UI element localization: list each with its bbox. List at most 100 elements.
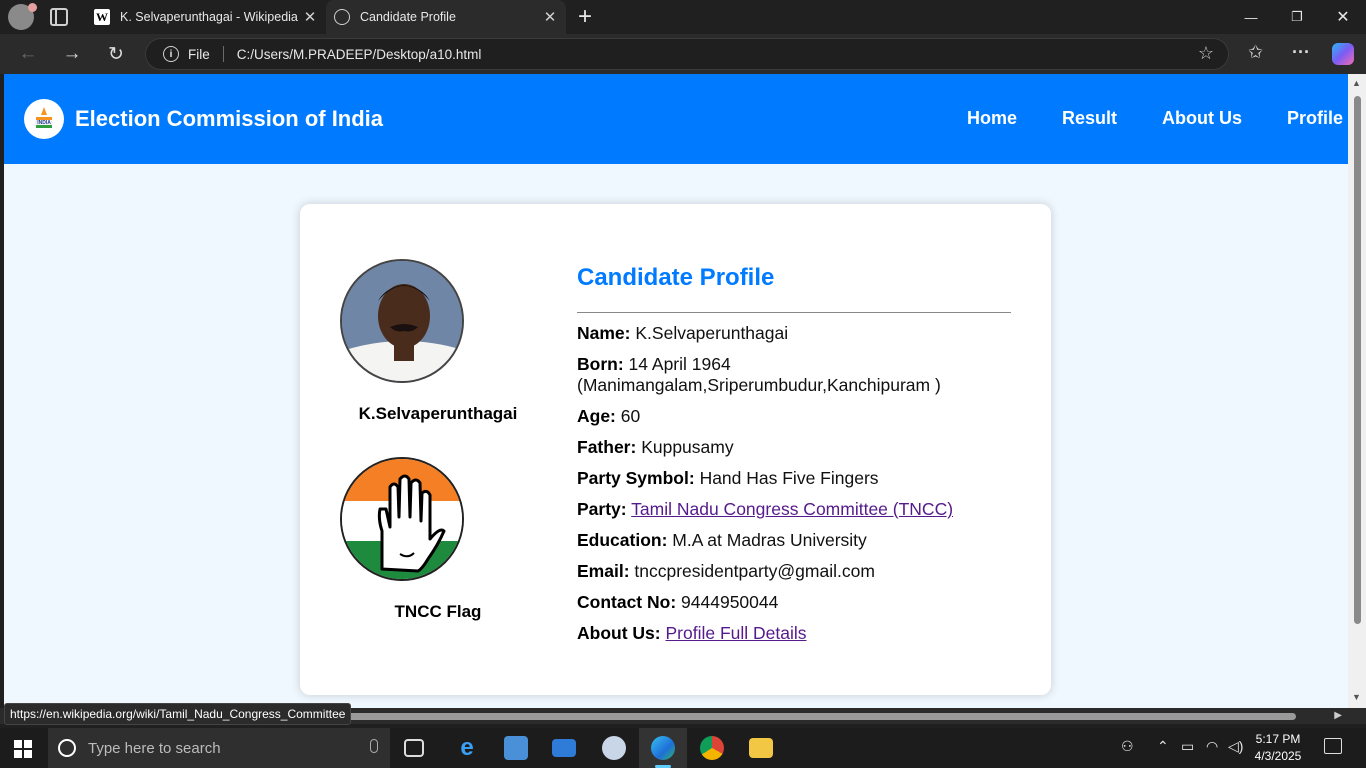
mail-icon[interactable] (552, 739, 576, 757)
browser-toolbar: ← → ↻ i File C:/Users/M.PRADEEP/Desktop/… (0, 34, 1366, 74)
detail-label: Born: (577, 354, 624, 374)
detail-row-party-symbol: Party Symbol: Hand Has Five Fingers (577, 468, 1011, 489)
scrollbar-thumb[interactable] (1354, 96, 1361, 624)
profile-heading: Candidate Profile (577, 264, 775, 291)
site-header: INDIA Election Commission of India Home … (4, 74, 1348, 164)
svg-text:INDIA: INDIA (37, 120, 51, 126)
copilot-icon[interactable] (1332, 43, 1354, 65)
profile-full-details-link[interactable]: Profile Full Details (665, 623, 806, 643)
scroll-down-icon[interactable]: ▼ (1352, 692, 1361, 702)
detail-value: 9444950044 (681, 592, 779, 612)
globe-icon (334, 9, 350, 25)
nav-profile[interactable]: Profile (1287, 108, 1343, 129)
eci-logo: INDIA (24, 99, 64, 139)
favorite-star-icon[interactable]: ☆ (1198, 43, 1214, 64)
nav-result[interactable]: Result (1062, 108, 1117, 129)
profile-details: Candidate Profile Name: K.Selvaperunthag… (577, 264, 1011, 644)
detail-row-born: Born: 14 April 1964 (Manimangalam,Sriper… (577, 354, 1011, 396)
clock-time: 5:17 PM (1255, 732, 1301, 746)
task-view-icon[interactable] (404, 739, 424, 757)
volume-icon[interactable]: ◁) (1228, 738, 1243, 755)
tab-actions-icon[interactable] (50, 8, 68, 26)
chevron-up-icon[interactable]: ⌃ (1157, 738, 1169, 755)
nav-about-us[interactable]: About Us (1162, 108, 1242, 129)
battery-icon[interactable]: ▭ (1181, 738, 1194, 755)
scroll-up-icon[interactable]: ▲ (1352, 78, 1361, 88)
detail-label: Father: (577, 437, 637, 457)
tab-title: Candidate Profile (360, 10, 456, 24)
url-text[interactable]: C:/Users/M.PRADEEP/Desktop/a10.html (237, 47, 482, 62)
microsoft-store-icon[interactable] (504, 736, 528, 760)
edge-legacy-icon[interactable]: e (455, 736, 479, 760)
notification-center-icon[interactable] (1324, 738, 1342, 754)
detail-value: 60 (620, 406, 641, 426)
party-link[interactable]: Tamil Nadu Congress Committee (TNCC) (631, 499, 953, 519)
scheme-label: File (188, 46, 210, 62)
scroll-right-icon[interactable]: ▶ (1334, 710, 1342, 721)
detail-row-father: Father: Kuppusamy (577, 437, 1011, 458)
detail-value: tnccpresidentparty@gmail.com (634, 561, 875, 581)
divider (222, 46, 224, 62)
new-tab-icon[interactable]: + (578, 3, 592, 31)
taskbar-search[interactable]: Type here to search (48, 728, 390, 768)
detail-label: Email: (577, 561, 630, 581)
detail-value: 14 April 1964 (Manimangalam,Sriperumbudu… (577, 354, 941, 395)
tncc-flag-image (340, 457, 464, 581)
detail-label: Age: (577, 406, 616, 426)
chrome-icon[interactable] (700, 736, 724, 760)
detail-label: Party: (577, 499, 627, 519)
tab-candidate-profile[interactable]: Candidate Profile ✕ (326, 0, 566, 34)
edge-icon[interactable] (651, 736, 675, 760)
divider (577, 312, 1011, 313)
restore-icon[interactable]: ❐ (1274, 0, 1320, 34)
detail-row-education: Education: M.A at Madras University (577, 530, 1011, 551)
paint-icon[interactable] (602, 736, 626, 760)
site-title: Election Commission of India (75, 106, 384, 131)
scrollbar-thumb[interactable] (200, 713, 1296, 720)
site-nav: Home Result About Us Profile (967, 108, 1348, 129)
close-tab-icon[interactable]: ✕ (300, 8, 320, 26)
close-tab-icon[interactable]: ✕ (540, 8, 560, 26)
detail-label: About Us: (577, 623, 661, 643)
detail-label: Education: (577, 530, 668, 550)
forward-icon[interactable]: → (58, 40, 86, 68)
detail-row-name: Name: K.Selvaperunthagai (577, 323, 1011, 344)
microphone-icon[interactable] (370, 739, 378, 753)
favorites-icon[interactable]: ✩ (1248, 42, 1263, 63)
more-menu-icon[interactable]: ··· (1292, 42, 1310, 63)
clock-date: 4/3/2025 (1254, 749, 1302, 763)
cortana-icon (58, 739, 76, 757)
candidate-photo (340, 259, 464, 383)
system-clock[interactable]: 5:17 PM 4/3/2025 (1252, 731, 1304, 765)
profile-avatar-icon[interactable] (8, 3, 37, 30)
search-placeholder: Type here to search (88, 739, 221, 757)
tab-wikipedia[interactable]: W K. Selvaperunthagai - Wikipedia ✕ (86, 0, 326, 34)
detail-value: Hand Has Five Fingers (699, 468, 879, 488)
detail-row-email: Email: tnccpresidentparty@gmail.com (577, 561, 1011, 582)
close-window-icon[interactable]: ✕ (1320, 0, 1366, 34)
refresh-icon[interactable]: ↻ (102, 40, 130, 68)
windows-start-icon[interactable] (14, 740, 32, 758)
minimize-icon[interactable]: — (1228, 0, 1274, 34)
candidate-name-caption: K.Selvaperunthagai (358, 404, 518, 423)
detail-label: Contact No: (577, 592, 677, 612)
detail-label: Party Symbol: (577, 468, 695, 488)
nav-home[interactable]: Home (967, 108, 1017, 129)
detail-value: M.A at Madras University (672, 530, 867, 550)
detail-row-contact: Contact No: 9444950044 (577, 592, 1011, 613)
vertical-scrollbar[interactable]: ▲ ▼ (1348, 74, 1366, 708)
detail-value: Kuppusamy (641, 437, 734, 457)
people-icon[interactable]: ⚇ (1121, 738, 1134, 755)
back-icon[interactable]: ← (14, 40, 42, 68)
browser-tab-strip: W K. Selvaperunthagai - Wikipedia ✕ Cand… (0, 0, 1366, 34)
detail-value: K.Selvaperunthagai (635, 323, 789, 343)
flag-caption: TNCC Flag (394, 602, 482, 621)
detail-row-age: Age: 60 (577, 406, 1011, 427)
file-explorer-icon[interactable] (749, 738, 773, 758)
detail-row-about: About Us: Profile Full Details (577, 623, 1011, 644)
profile-card: K.Selvaperunthagai TNCC Flag Candidate P… (300, 204, 1051, 695)
address-bar[interactable]: i File C:/Users/M.PRADEEP/Desktop/a10.ht… (145, 38, 1229, 70)
info-icon[interactable]: i (163, 46, 179, 62)
windows-taskbar: Type here to search e ⚇ ⌃ ▭ ◠ ◁) 5:17 PM… (0, 728, 1366, 768)
wifi-icon[interactable]: ◠ (1206, 738, 1218, 755)
